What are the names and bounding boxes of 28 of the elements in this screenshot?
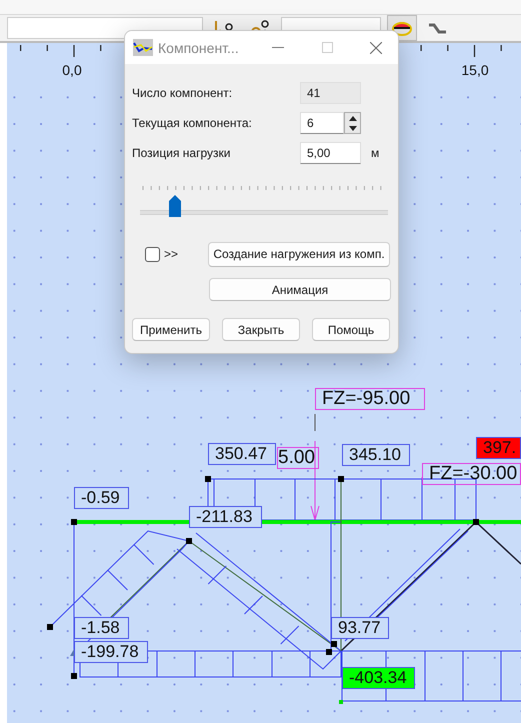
ruler-label: 15,0: [461, 62, 489, 78]
create-load-button[interactable]: Создание нагружения из комп.: [208, 242, 390, 266]
load-label: FZ=-95.00: [315, 388, 425, 410]
position-field[interactable]: 5,00: [300, 142, 361, 164]
value-label: -1.58: [74, 617, 129, 639]
value-label: 397.: [476, 437, 521, 459]
value-label: -211.83: [189, 506, 262, 528]
animation-button[interactable]: Анимация: [209, 278, 391, 301]
value-label: -199.78: [74, 641, 148, 663]
value-label: 350.47: [208, 443, 276, 465]
ruler-label: 0,0: [62, 62, 82, 78]
dialog-button[interactable]: Закрыть: [222, 318, 300, 341]
checkbox-label: >>: [164, 247, 180, 261]
load-label: 5.00: [277, 447, 319, 469]
count-field: 41: [300, 82, 361, 104]
spinner-field[interactable]: 6: [300, 112, 344, 134]
dialog-button[interactable]: Помощь: [312, 318, 390, 341]
field-label: Текущая компонента:: [132, 116, 253, 130]
value-label: -0.59: [74, 487, 129, 509]
load-label: FZ=-30.00: [422, 463, 521, 485]
unit-label: м: [371, 146, 380, 160]
field-label: Число компонент:: [132, 86, 234, 100]
value-label: -403.34: [342, 667, 415, 689]
dialog-button[interactable]: Применить: [132, 318, 210, 341]
value-label: 345.10: [342, 444, 410, 466]
field-label: Позиция нагрузки: [132, 146, 232, 160]
window-title: Компонент...: [158, 40, 240, 56]
value-label: 93.77: [331, 617, 389, 639]
